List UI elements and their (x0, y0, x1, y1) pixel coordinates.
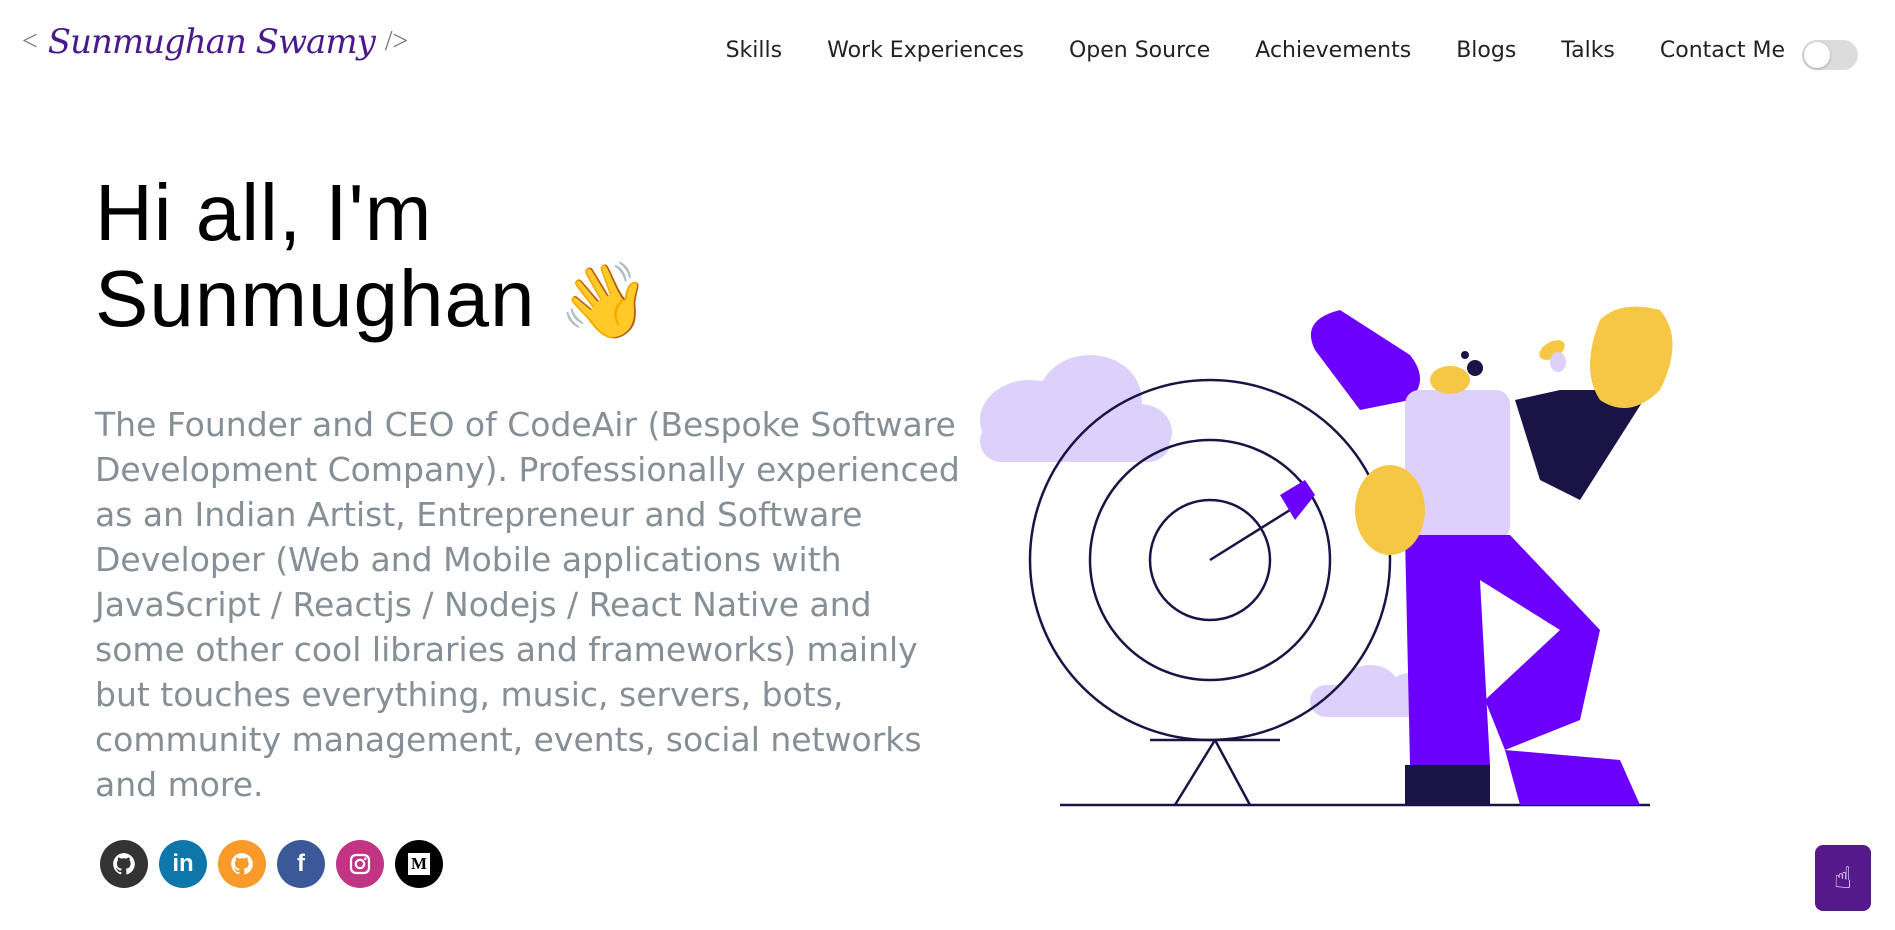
logo-signature: Sunmughan Swamy (47, 22, 376, 62)
github-link[interactable] (100, 840, 148, 888)
facebook-icon: f (297, 850, 305, 877)
hero-heading: Hi all, I'm Sunmughan 👋 (95, 170, 652, 344)
hero-greeting-line2: Sunmughan (95, 254, 536, 343)
gitlab-icon (231, 853, 253, 875)
instagram-link[interactable] (336, 840, 384, 888)
toggle-knob (1804, 42, 1830, 68)
site-header: < Sunmughan Swamy /> Skills Work Experie… (0, 0, 1895, 110)
cloud-large (980, 355, 1172, 462)
linkedin-link[interactable]: in (159, 840, 207, 888)
logo-open-bracket: < (22, 26, 38, 57)
bee-icon (1539, 340, 1566, 372)
nav-open-source[interactable]: Open Source (1069, 38, 1210, 63)
nav-skills[interactable]: Skills (726, 38, 783, 63)
hero-description: The Founder and CEO of CodeAir (Bespoke … (95, 405, 960, 804)
nav-work-experiences[interactable]: Work Experiences (827, 38, 1024, 63)
medium-link[interactable]: M (395, 840, 443, 888)
linkedin-icon: in (172, 850, 194, 877)
hero-illustration (980, 306, 1673, 807)
nav-blogs[interactable]: Blogs (1456, 38, 1516, 63)
hero-greeting-line1: Hi all, I'm (95, 168, 433, 257)
dark-mode-toggle[interactable] (1802, 40, 1858, 70)
main-nav: Skills Work Experiences Open Source Achi… (726, 38, 1785, 63)
nav-talks[interactable]: Talks (1561, 38, 1615, 63)
gitlab-link[interactable] (218, 840, 266, 888)
character-figure (1310, 306, 1673, 805)
instagram-icon (349, 853, 371, 875)
dart-icon (1209, 480, 1315, 562)
medium-icon: M (408, 853, 430, 875)
scroll-top-button[interactable]: ☝ (1815, 845, 1871, 911)
facebook-link[interactable]: f (277, 840, 325, 888)
nav-contact-me[interactable]: Contact Me (1660, 38, 1785, 63)
logo[interactable]: < Sunmughan Swamy /> (22, 22, 408, 62)
wave-icon: 👋 (558, 259, 652, 342)
logo-close-bracket: /> (384, 26, 409, 57)
nav-achievements[interactable]: Achievements (1255, 38, 1411, 63)
github-icon (113, 853, 135, 875)
pointing-hand-icon: ☝ (1833, 860, 1853, 896)
social-links: in f M (100, 840, 443, 888)
